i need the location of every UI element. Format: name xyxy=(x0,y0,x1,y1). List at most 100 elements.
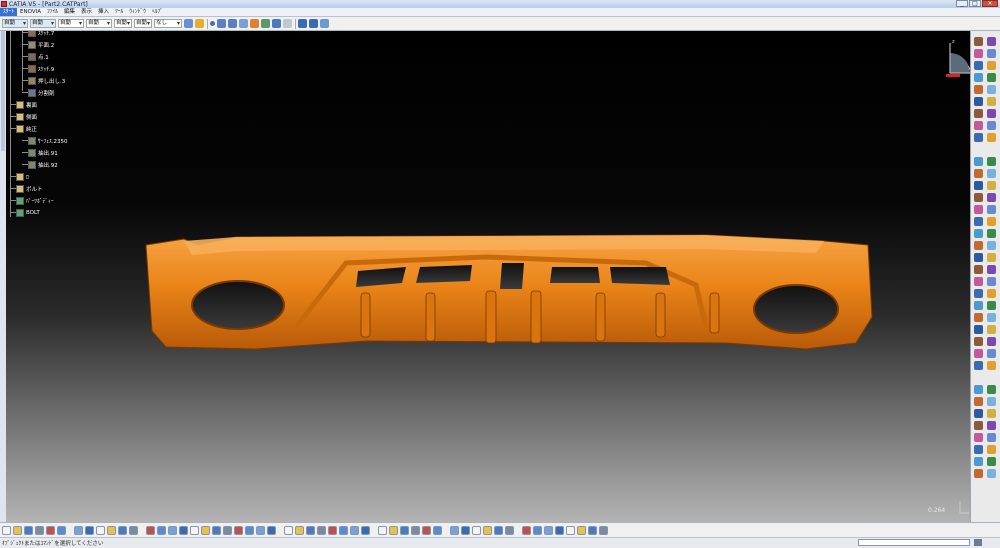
line-type-dropdown[interactable]: 自動 xyxy=(86,19,112,28)
workbench-tool-icon[interactable] xyxy=(974,457,983,466)
view-tool-icon[interactable] xyxy=(118,525,127,535)
view-tool-icon[interactable] xyxy=(223,525,232,535)
workbench-tool-icon[interactable] xyxy=(974,85,983,94)
view-tool-icon[interactable] xyxy=(24,525,33,535)
view-tool-icon[interactable] xyxy=(433,525,442,535)
workbench-tool-icon[interactable] xyxy=(987,277,996,286)
view-tool-icon[interactable] xyxy=(577,525,586,535)
workbench-tool-icon[interactable] xyxy=(987,409,996,418)
view-tool-icon[interactable] xyxy=(85,525,94,535)
workbench-tool-icon[interactable] xyxy=(974,469,983,478)
command-input[interactable] xyxy=(858,539,970,546)
view-tool-icon[interactable] xyxy=(295,525,304,535)
3d-viewport[interactable]: ｽｹｯﾁ.7 平面.2 点.1 ｽｹｯﾁ.9 押し出し.3 分割剤 裏面 側面 純正 ｻｰﾌｪｽ.… xyxy=(6,31,970,522)
view-tool-icon[interactable] xyxy=(555,525,564,535)
view-tool-icon[interactable] xyxy=(13,525,22,535)
menu-item[interactable]: 挿入 xyxy=(95,8,112,16)
properties-icon[interactable] xyxy=(195,19,204,28)
view-tool-icon[interactable] xyxy=(245,525,254,535)
color-dropdown[interactable]: 自動 xyxy=(2,19,28,28)
workbench-tool-icon[interactable] xyxy=(987,205,996,214)
workbench-tool-icon[interactable] xyxy=(987,181,996,190)
workbench-tool-icon[interactable] xyxy=(974,109,983,118)
maximize-button[interactable]: □ xyxy=(969,0,981,7)
workbench-tool-icon[interactable] xyxy=(987,217,996,226)
menu-item[interactable]: 表示 xyxy=(78,8,95,16)
view-tool-icon[interactable] xyxy=(146,525,155,535)
view-tool-icon[interactable] xyxy=(201,525,210,535)
view-tool-icon[interactable] xyxy=(544,525,553,535)
view-tool-icon[interactable] xyxy=(46,525,55,535)
view-tool-icon[interactable] xyxy=(400,525,409,535)
workbench-tool-icon[interactable] xyxy=(987,313,996,322)
view-tool-icon[interactable] xyxy=(179,525,188,535)
workbench-tool-icon[interactable] xyxy=(974,445,983,454)
workbench-tool-icon[interactable] xyxy=(974,337,983,346)
command-history-icon[interactable] xyxy=(974,539,982,546)
workbench-tool-icon[interactable] xyxy=(987,445,996,454)
workbench-tool-icon[interactable] xyxy=(987,433,996,442)
workbench-tool-icon[interactable] xyxy=(987,61,996,70)
view-tool-icon[interactable] xyxy=(107,525,116,535)
view-tool-icon[interactable] xyxy=(317,525,326,535)
catalog-icon[interactable] xyxy=(283,19,292,28)
view-tool-icon[interactable] xyxy=(328,525,337,535)
workbench-tool-icon[interactable] xyxy=(974,433,983,442)
view-tool-icon[interactable] xyxy=(306,525,315,535)
workbench-tool-icon[interactable] xyxy=(987,301,996,310)
scroll-thumb[interactable] xyxy=(1,31,5,151)
update-icon[interactable] xyxy=(239,19,248,28)
menu-item[interactable]: ﾌｧｲﾙ xyxy=(44,8,61,16)
view-tool-icon[interactable] xyxy=(483,525,492,535)
workbench-tool-icon[interactable] xyxy=(974,97,983,106)
workbench-tool-icon[interactable] xyxy=(974,193,983,202)
menu-item[interactable]: ﾂｰﾙ xyxy=(112,8,126,16)
workbench-tool-icon[interactable] xyxy=(974,157,983,166)
workbench-tool-icon[interactable] xyxy=(987,73,996,82)
view-tool-icon[interactable] xyxy=(389,525,398,535)
workbench-tool-icon[interactable] xyxy=(987,109,996,118)
layer-dropdown[interactable]: なし xyxy=(154,19,182,28)
help-icon[interactable] xyxy=(320,19,329,28)
workbench-tool-icon[interactable] xyxy=(987,37,996,46)
workbench-tool-icon[interactable] xyxy=(987,157,996,166)
workbench-tool-icon[interactable] xyxy=(974,169,983,178)
menu-item[interactable]: 編集 xyxy=(61,8,78,16)
view-tool-icon[interactable] xyxy=(378,525,387,535)
workbench-tool-icon[interactable] xyxy=(974,181,983,190)
workbench-tool-icon[interactable] xyxy=(974,241,983,250)
workbench-tool-icon[interactable] xyxy=(987,397,996,406)
view-tool-icon[interactable] xyxy=(422,525,431,535)
workbench-tool-icon[interactable] xyxy=(987,229,996,238)
redo-icon[interactable] xyxy=(228,19,237,28)
workbench-tool-icon[interactable] xyxy=(987,325,996,334)
workbench-tool-icon[interactable] xyxy=(974,397,983,406)
rendering-style-dropdown[interactable]: 自動 xyxy=(134,19,152,28)
workbench-tool-icon[interactable] xyxy=(974,37,983,46)
compass-widget[interactable]: z y xyxy=(944,39,970,79)
workbench-tool-icon[interactable] xyxy=(987,169,996,178)
workbench-tool-icon[interactable] xyxy=(987,193,996,202)
view-tool-icon[interactable] xyxy=(599,525,608,535)
view-tool-icon[interactable] xyxy=(472,525,481,535)
workbench-tool-icon[interactable] xyxy=(974,73,983,82)
workbench-tool-icon[interactable] xyxy=(974,361,983,370)
workbench-tool-icon[interactable] xyxy=(987,457,996,466)
view-tool-icon[interactable] xyxy=(212,525,221,535)
workbench-tool-icon[interactable] xyxy=(987,469,996,478)
rear-diffuser-model[interactable] xyxy=(6,31,970,522)
select-point-icon[interactable] xyxy=(210,21,215,26)
workbench-tool-icon[interactable] xyxy=(987,265,996,274)
transparency-dropdown[interactable]: 自動 xyxy=(30,19,56,28)
menu-item[interactable]: ｳｨﾝﾄﾞｳ xyxy=(126,8,149,16)
view-tool-icon[interactable] xyxy=(361,525,370,535)
workbench-tool-icon[interactable] xyxy=(974,49,983,58)
view-tool-icon[interactable] xyxy=(494,525,503,535)
workbench-tool-icon[interactable] xyxy=(987,133,996,142)
view-tool-icon[interactable] xyxy=(74,525,83,535)
view-tool-icon[interactable] xyxy=(129,525,138,535)
workbench-tool-icon[interactable] xyxy=(987,97,996,106)
view-tool-icon[interactable] xyxy=(35,525,44,535)
line-thickness-dropdown[interactable]: 自動 xyxy=(58,19,84,28)
workbench-tool-icon[interactable] xyxy=(987,241,996,250)
